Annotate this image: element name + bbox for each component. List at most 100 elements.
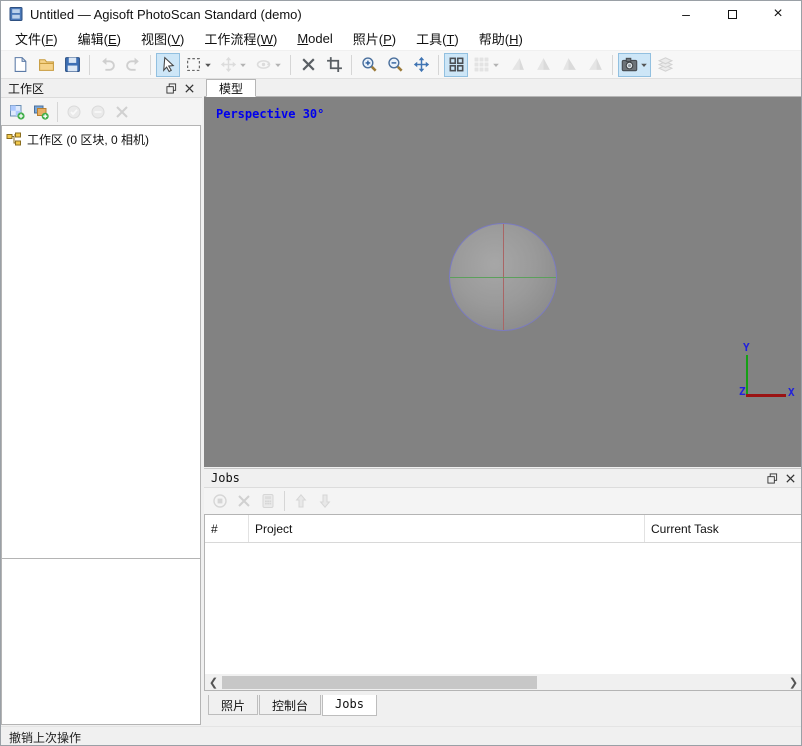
close-panel-button[interactable]	[180, 80, 198, 96]
photo-view-button[interactable]	[618, 53, 651, 77]
scrollbar-thumb[interactable]	[222, 676, 537, 689]
model-viewport[interactable]: Perspective 30° Y Z X	[204, 97, 802, 467]
zoom-in-button[interactable]	[357, 53, 381, 77]
pause-job-icon	[212, 493, 228, 509]
chevron-down-icon[interactable]	[274, 61, 282, 69]
statusbar: 撤销上次操作	[1, 726, 801, 746]
navigation-mode-button[interactable]	[409, 53, 433, 77]
new-document-button[interactable]	[8, 53, 32, 77]
move-job-up-icon	[293, 493, 309, 509]
disable-item-button[interactable]	[87, 101, 109, 123]
enable-item-icon	[66, 104, 82, 120]
axis-label-x: X	[788, 386, 795, 399]
jobs-panel: Jobs #ProjectCurrent Task ❮ ❯ 照片控制台Jobs	[204, 468, 802, 725]
scroll-left-button[interactable]: ❮	[205, 675, 222, 690]
menu-e[interactable]: 编辑(E)	[68, 26, 131, 51]
jobs-column-header-0[interactable]: #	[205, 515, 249, 542]
menu-m[interactable]: Model	[287, 28, 342, 49]
minimize-button[interactable]: –	[663, 1, 709, 27]
view-shaded-button[interactable]	[557, 53, 581, 77]
selection-arrow-button[interactable]	[156, 53, 180, 77]
rotate-object-icon	[255, 56, 272, 73]
redo-icon	[125, 56, 142, 73]
app-icon	[8, 6, 24, 22]
redo-button[interactable]	[121, 53, 145, 77]
add-photos-button[interactable]	[30, 101, 52, 123]
zoom-out-button[interactable]	[383, 53, 407, 77]
enable-item-button[interactable]	[63, 101, 85, 123]
view-point-cloud-button[interactable]	[505, 53, 529, 77]
tab-照片[interactable]: 照片	[208, 695, 258, 715]
toolbar-separator	[89, 55, 90, 75]
zoom-in-icon	[361, 56, 378, 73]
workspace-root-node[interactable]: 工作区 (0 区块, 0 相机)	[2, 126, 200, 148]
scroll-right-button[interactable]: ❯	[785, 675, 802, 690]
undo-button[interactable]	[95, 53, 119, 77]
bottom-tabbar: 照片控制台Jobs	[204, 695, 802, 717]
view-dense-cloud-button[interactable]	[531, 53, 555, 77]
save-project-button[interactable]	[60, 53, 84, 77]
move-object-button[interactable]	[217, 53, 250, 77]
open-project-button[interactable]	[34, 53, 58, 77]
chevron-down-icon[interactable]	[640, 61, 648, 69]
move-job-up-button[interactable]	[290, 490, 312, 512]
remove-item-icon	[114, 104, 130, 120]
jobs-horizontal-scrollbar: ❮ ❯	[204, 674, 802, 691]
cancel-job-icon	[236, 493, 252, 509]
menu-v[interactable]: 视图(V)	[131, 26, 194, 51]
menu-f[interactable]: 文件(F)	[5, 26, 68, 51]
rotate-object-button[interactable]	[252, 53, 285, 77]
delete-selection-button[interactable]	[296, 53, 320, 77]
axis-label-y: Y	[743, 341, 750, 354]
jobs-table-header: #ProjectCurrent Task	[205, 515, 802, 543]
close-button[interactable]: ×	[755, 1, 801, 27]
float-panel-button[interactable]	[763, 470, 781, 486]
main-area: 模型 Perspective 30° Y Z X Jobs #Proje	[204, 79, 802, 725]
chevron-down-icon[interactable]	[204, 61, 212, 69]
navigation-mode-icon	[413, 56, 430, 73]
tile-view-button[interactable]	[470, 53, 503, 77]
tab-Jobs[interactable]: Jobs	[322, 695, 377, 716]
move-job-down-icon	[317, 493, 333, 509]
chevron-down-icon[interactable]	[492, 61, 500, 69]
toolbar-separator	[150, 55, 151, 75]
pause-job-button[interactable]	[209, 490, 231, 512]
close-panel-button[interactable]	[781, 470, 799, 486]
toolbar-separator	[57, 102, 58, 122]
add-chunk-button[interactable]	[6, 101, 28, 123]
add-photos-icon	[33, 104, 49, 120]
grid-view-button[interactable]	[444, 53, 468, 77]
jobs-column-header-2[interactable]: Current Task	[645, 515, 802, 542]
view-wireframe-button[interactable]	[583, 53, 607, 77]
zoom-out-icon	[387, 56, 404, 73]
crop-selection-button[interactable]	[322, 53, 346, 77]
menu-w[interactable]: 工作流程(W)	[194, 26, 287, 51]
status-text: 撤销上次操作	[9, 729, 81, 746]
menu-t[interactable]: 工具(T)	[406, 26, 469, 51]
float-panel-button[interactable]	[162, 80, 180, 96]
jobs-column-header-1[interactable]: Project	[249, 515, 645, 542]
menu-h[interactable]: 帮助(H)	[469, 26, 533, 51]
sphere-equator-line	[450, 277, 556, 278]
move-job-down-button[interactable]	[314, 490, 336, 512]
scrollbar-track[interactable]	[222, 675, 785, 690]
cancel-job-button[interactable]	[233, 490, 255, 512]
toolbar-separator	[290, 55, 291, 75]
tab-模型[interactable]: 模型	[206, 79, 256, 97]
workspace-panel-titlebar: 工作区	[1, 79, 202, 98]
job-monitor-button[interactable]	[257, 490, 279, 512]
remove-item-button[interactable]	[111, 101, 133, 123]
window-controls: –×	[663, 1, 801, 27]
disable-item-icon	[90, 104, 106, 120]
view-shaded-icon	[561, 56, 578, 73]
rectangle-selection-button[interactable]	[182, 53, 215, 77]
job-monitor-icon	[260, 493, 276, 509]
menu-p[interactable]: 照片(P)	[343, 26, 406, 51]
layers-view-button[interactable]	[653, 53, 677, 77]
window-title: Untitled — Agisoft PhotoScan Standard (d…	[30, 7, 302, 22]
jobs-table-body	[205, 543, 802, 673]
tab-控制台[interactable]: 控制台	[259, 695, 321, 715]
chevron-down-icon[interactable]	[239, 61, 247, 69]
maximize-button[interactable]	[709, 1, 755, 27]
workspace-node-icon	[6, 132, 22, 148]
